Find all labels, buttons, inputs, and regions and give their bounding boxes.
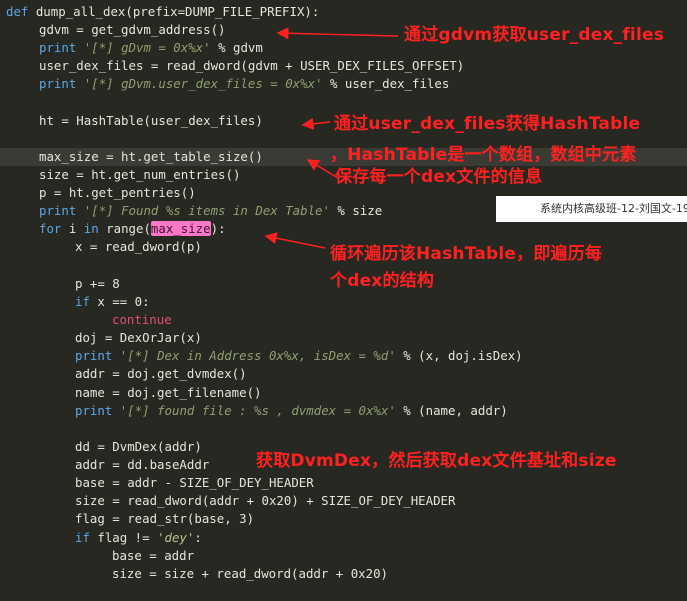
arrow-to-hashtable	[301, 117, 331, 130]
arrow-to-gdvm	[276, 27, 399, 40]
arrow-to-loop	[264, 232, 326, 249]
annotation-loop-2: 个dex的结构	[330, 271, 435, 291]
annotation-dvmdex: 获取DvmDex，然后获取dex文件基址和size	[256, 451, 617, 471]
annotation-arrows	[264, 27, 399, 249]
annotation-dex-info: 保存每一个dex文件的信息	[335, 167, 543, 187]
annotation-array: ，HashTable是一个数组，数组中元素	[330, 145, 637, 165]
watermark-label: 系统内核高级班-12-刘国文-19	[496, 196, 687, 222]
annotation-gdvm: 通过gdvm获取user_dex_files	[404, 25, 665, 45]
annotation-loop: 循环遍历该HashTable，即遍历每	[330, 244, 603, 264]
annotation-hashtable: 通过user_dex_files获得HashTable	[334, 114, 641, 134]
